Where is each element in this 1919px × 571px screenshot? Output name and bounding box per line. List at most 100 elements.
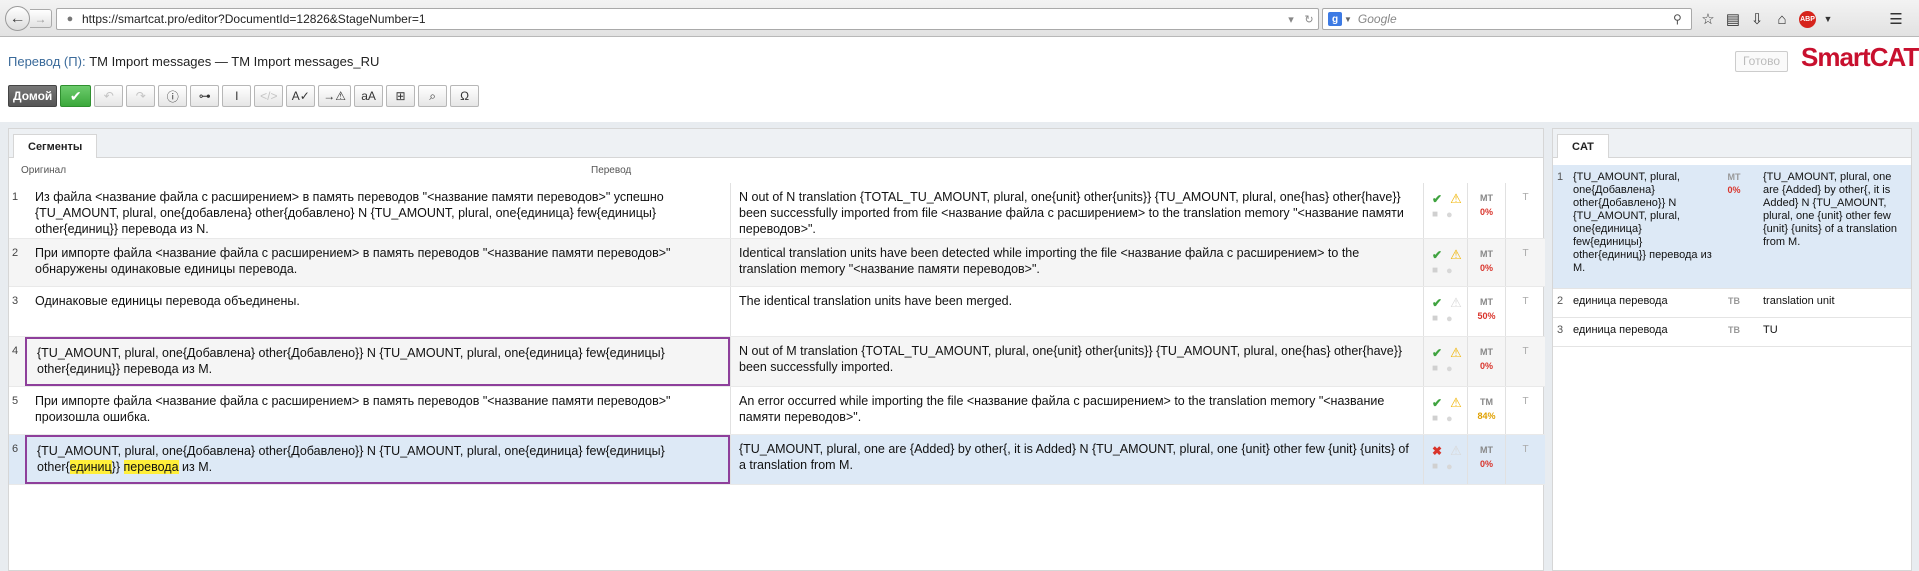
- search-bar[interactable]: g ▼ Google ⚲: [1322, 8, 1692, 30]
- t-marker: T: [1505, 387, 1545, 434]
- segment-row[interactable]: 6 {TU_AMOUNT, plural, one{Добавлена} othe…: [9, 435, 1545, 485]
- target-text[interactable]: N out of M translation {TOTAL_TU_AMOUNT,…: [739, 344, 1402, 374]
- lock-icon[interactable]: ■: [1432, 411, 1438, 427]
- source-text: Одинаковые единицы перевода объединены.: [35, 294, 300, 308]
- page-title: Перевод (П): TM Import messages — TM Imp…: [8, 54, 379, 69]
- target-cell[interactable]: Identical translation units have been de…: [730, 239, 1423, 286]
- editor-header: Перевод (П): TM Import messages — TM Imp…: [0, 38, 1919, 122]
- cat-target-text[interactable]: TU: [1763, 324, 1903, 337]
- warning-icon[interactable]: ⚠: [1450, 295, 1462, 311]
- google-icon[interactable]: g: [1328, 12, 1342, 26]
- target-cell[interactable]: An error occurred while importing the fi…: [730, 387, 1423, 434]
- cat-target-text[interactable]: translation unit: [1763, 295, 1903, 308]
- term-highlight[interactable]: единиц: [69, 460, 112, 474]
- special-char-button[interactable]: Ω: [450, 85, 480, 107]
- lock-icon[interactable]: ■: [1432, 311, 1438, 327]
- target-cell[interactable]: N out of M translation {TOTAL_TU_AMOUNT,…: [730, 337, 1423, 386]
- cat-results-list: 1 {TU_AMOUNT, plural, one{Добавлена} othe…: [1553, 165, 1911, 347]
- reload-icon[interactable]: ↻: [1300, 13, 1318, 26]
- target-text[interactable]: Identical translation units have been de…: [739, 246, 1359, 276]
- home-button[interactable]: Домой: [8, 85, 58, 107]
- info-button[interactable]: ⓘ: [158, 85, 188, 107]
- segment-row[interactable]: 3 Одинаковые единицы перевода объединены.…: [9, 287, 1545, 337]
- target-text[interactable]: {TU_AMOUNT, plural, one are {Added} by o…: [739, 442, 1409, 472]
- search-icon[interactable]: ⚲: [1673, 12, 1691, 26]
- cat-source-text: {TU_AMOUNT, plural, one{Добавлена} other…: [1573, 171, 1712, 274]
- reading-list-icon[interactable]: ▤: [1722, 9, 1744, 29]
- adblock-icon[interactable]: ABP: [1799, 11, 1816, 28]
- url-text[interactable]: https://smartcat.pro/editor?DocumentId=1…: [82, 12, 1282, 26]
- match-percent: 0%: [1479, 207, 1493, 217]
- spellcheck-button[interactable]: A✓: [286, 85, 316, 107]
- download-icon[interactable]: ⇩: [1746, 9, 1768, 29]
- comment-icon[interactable]: ●: [1446, 459, 1453, 475]
- segment-number: 4: [12, 345, 19, 357]
- target-text[interactable]: The identical translation units have bee…: [739, 294, 1012, 308]
- source-cell: {TU_AMOUNT, plural, one{Добавлена} other…: [25, 337, 730, 386]
- redo-button[interactable]: ↷: [126, 85, 156, 107]
- cat-match-row[interactable]: 3 единица перевода TB TU: [1553, 318, 1911, 347]
- confirm-segment-button[interactable]: ✔: [60, 85, 92, 107]
- term-highlight[interactable]: перевода: [123, 460, 179, 474]
- comment-icon[interactable]: ●: [1446, 311, 1453, 327]
- key-button[interactable]: ⊶: [190, 85, 220, 107]
- comment-icon[interactable]: ●: [1446, 411, 1453, 427]
- target-cell[interactable]: N out of N translation {TOTAL_TU_AMOUNT,…: [730, 183, 1423, 238]
- concordance-button[interactable]: ⌕: [418, 85, 448, 107]
- insert-tag-button[interactable]: </>: [254, 85, 284, 107]
- lock-icon[interactable]: ■: [1432, 207, 1438, 223]
- search-engine-dropdown-icon[interactable]: ▼: [1344, 15, 1352, 24]
- segment-row[interactable]: 1 Из файла <название файла с расширением>…: [9, 183, 1545, 239]
- cat-match-row[interactable]: 1 {TU_AMOUNT, plural, one{Добавлена} othe…: [1553, 165, 1911, 289]
- segment-row[interactable]: 2 При импорте файла <название файла с рас…: [9, 239, 1545, 287]
- column-header-target: Перевод: [591, 165, 632, 176]
- lock-icon[interactable]: ■: [1432, 459, 1438, 475]
- comment-icon[interactable]: ●: [1446, 207, 1453, 223]
- t-marker: T: [1505, 287, 1545, 336]
- source-cell: При импорте файла <название файла с расш…: [25, 387, 730, 434]
- lock-icon[interactable]: ■: [1432, 361, 1438, 377]
- target-cell[interactable]: The identical translation units have bee…: [730, 287, 1423, 336]
- cat-target-text[interactable]: {TU_AMOUNT, plural, one are {Added} by o…: [1763, 171, 1903, 249]
- qa-check-button[interactable]: →⚠: [318, 85, 352, 107]
- segment-row[interactable]: 4 {TU_AMOUNT, plural, one{Добавлена} othe…: [9, 337, 1545, 387]
- match-percent: 0%: [1479, 361, 1493, 371]
- insert-cursor-button[interactable]: I: [222, 85, 252, 107]
- comment-icon[interactable]: ●: [1446, 263, 1453, 279]
- cat-match-type: TB: [1721, 295, 1747, 308]
- target-text[interactable]: An error occurred while importing the fi…: [739, 394, 1384, 424]
- address-bar[interactable]: ● https://smartcat.pro/editor?DocumentId…: [56, 8, 1319, 30]
- source-text: При импорте файла <название файла с расш…: [35, 246, 671, 276]
- segment-number: 6: [12, 443, 19, 455]
- lock-icon[interactable]: ■: [1432, 263, 1438, 279]
- done-button[interactable]: Готово: [1735, 51, 1788, 72]
- change-case-button[interactable]: aA: [354, 85, 384, 107]
- confirmed-check-icon: ✔: [1432, 346, 1443, 360]
- target-cell[interactable]: {TU_AMOUNT, plural, one are {Added} by o…: [730, 435, 1423, 484]
- forward-button[interactable]: →: [30, 9, 52, 28]
- cat-type-label: TB: [1728, 325, 1740, 335]
- dropdown-icon[interactable]: ▾: [1282, 13, 1300, 26]
- chevron-down-icon[interactable]: ▼: [1817, 9, 1839, 29]
- segment-row[interactable]: 5 При импорте файла <название файла с рас…: [9, 387, 1545, 435]
- source-cell: Из файла <название файла с расширением> …: [25, 183, 730, 238]
- tab-segments[interactable]: Сегменты: [13, 134, 98, 158]
- warning-icon[interactable]: ⚠: [1450, 345, 1462, 361]
- tab-cat[interactable]: CAT: [1557, 134, 1609, 158]
- undo-button[interactable]: ↶: [94, 85, 124, 107]
- menu-icon[interactable]: ☰: [1885, 9, 1907, 29]
- star-icon[interactable]: ☆: [1697, 9, 1719, 29]
- search-input[interactable]: Google: [1358, 12, 1673, 26]
- warning-icon[interactable]: ⚠: [1450, 247, 1462, 263]
- target-text[interactable]: N out of N translation {TOTAL_TU_AMOUNT,…: [739, 190, 1404, 236]
- add-term-button[interactable]: ⊞: [386, 85, 416, 107]
- cat-match-row[interactable]: 2 единица перевода TB translation unit: [1553, 289, 1911, 318]
- warning-icon[interactable]: ⚠: [1450, 191, 1462, 207]
- segments-panel: Сегменты Оригинал Перевод 1 Из файла <наз…: [8, 128, 1545, 571]
- comment-icon[interactable]: ●: [1446, 361, 1453, 377]
- warning-icon[interactable]: ⚠: [1450, 443, 1462, 459]
- back-button[interactable]: ←: [5, 6, 30, 31]
- warning-icon[interactable]: ⚠: [1450, 395, 1462, 411]
- t-marker: T: [1505, 337, 1545, 386]
- home-icon[interactable]: ⌂: [1771, 9, 1793, 29]
